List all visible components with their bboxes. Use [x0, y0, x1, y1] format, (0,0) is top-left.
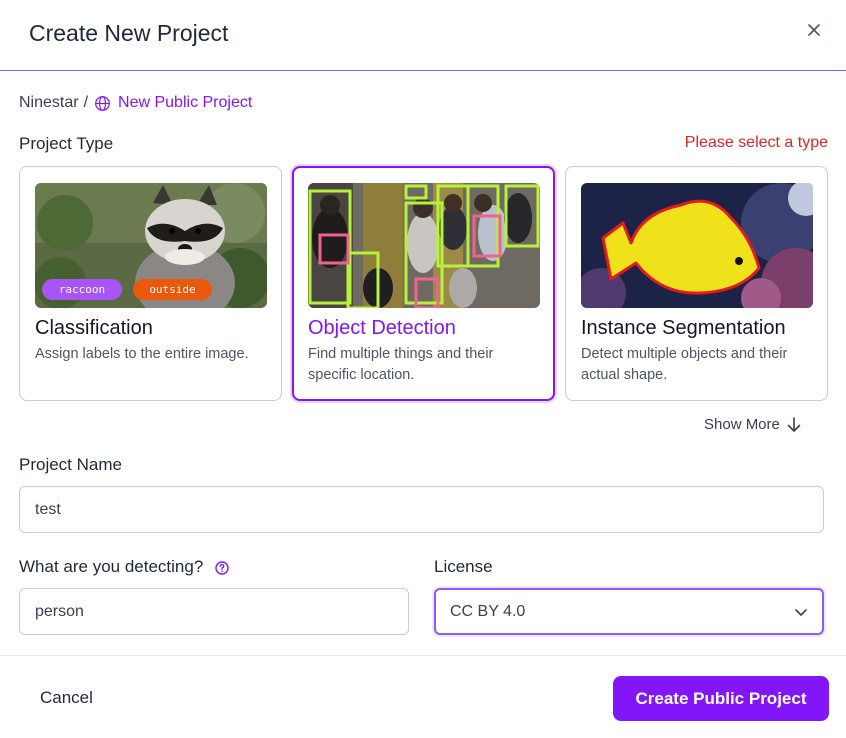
tag-raccoon: raccoon [42, 279, 122, 300]
object-detection-image [308, 183, 540, 308]
detecting-label-text: What are you detecting? [19, 557, 204, 576]
card-title: Object Detection [308, 317, 456, 339]
project-name-label: Project Name [19, 455, 122, 474]
chevron-down-icon [795, 609, 807, 616]
project-type-error: Please select a type [684, 134, 828, 151]
instance-segmentation-image [581, 183, 813, 308]
cancel-button[interactable]: Cancel [40, 688, 93, 708]
help-icon[interactable] [215, 560, 229, 575]
card-object-detection[interactable]: Object Detection Find multiple things an… [292, 166, 555, 401]
project-type-label: Project Type [19, 134, 114, 153]
breadcrumb-separator: / [83, 94, 89, 111]
tag-outside: outside [133, 279, 212, 300]
card-title: Instance Segmentation [581, 317, 786, 339]
card-title: Classification [35, 317, 153, 339]
license-value: CC BY 4.0 [450, 603, 526, 620]
show-more-label: Show More [704, 416, 780, 433]
card-description: Find multiple things and their specific … [308, 346, 494, 383]
card-description: Detect multiple objects and their actual… [581, 346, 788, 383]
breadcrumb-workspace[interactable]: Ninestar [19, 94, 79, 112]
breadcrumb-current: New Public Project [118, 94, 253, 111]
breadcrumb: Ninestar / New Public Project [19, 94, 252, 112]
project-name-input[interactable]: test [19, 486, 824, 533]
close-icon[interactable] [804, 20, 824, 40]
card-instance-segmentation[interactable]: Instance Segmentation Detect multiple ob… [565, 166, 828, 401]
create-project-button[interactable]: Create Public Project [613, 676, 829, 721]
arrow-down-icon [787, 416, 801, 432]
detecting-label: What are you detecting? [19, 557, 229, 577]
license-select[interactable]: CC BY 4.0 [434, 588, 824, 635]
show-more-button[interactable]: Show More [704, 416, 801, 433]
globe-icon [95, 95, 110, 111]
classification-image: raccoon outside [35, 183, 267, 308]
dialog-header: Create New Project [0, 0, 846, 71]
dialog-title: Create New Project [29, 20, 229, 46]
card-description: Assign labels to the entire image. [35, 346, 249, 362]
card-classification[interactable]: raccoon outside Classification Assign la… [19, 166, 282, 401]
license-label: License [434, 557, 493, 576]
footer-divider [0, 655, 846, 656]
detecting-input[interactable]: person [19, 588, 409, 635]
